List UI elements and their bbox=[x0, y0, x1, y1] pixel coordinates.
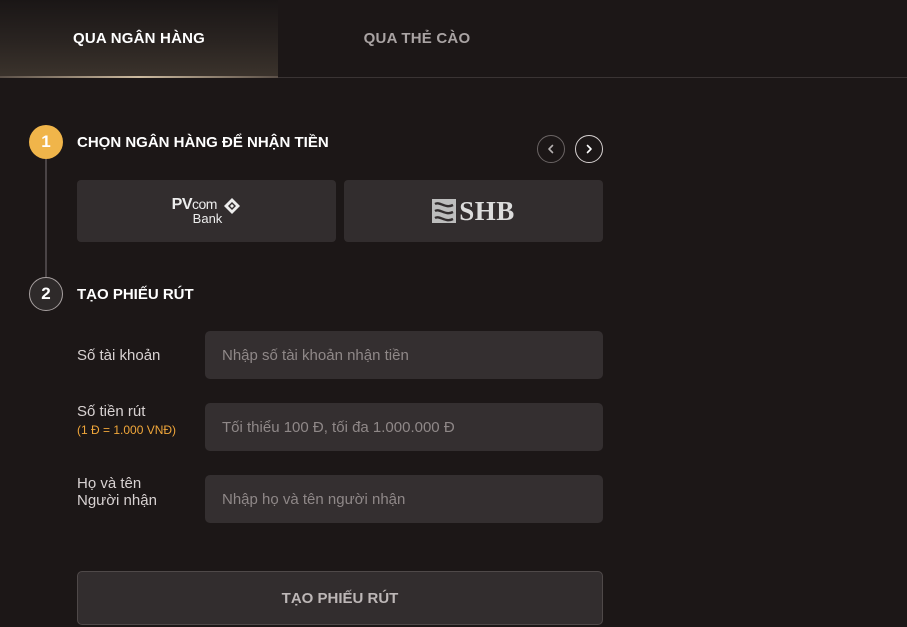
tab-scratch-card[interactable]: QUA THẺ CÀO bbox=[278, 0, 556, 77]
amount-label: Số tiền rút (1 Đ = 1.000 VNĐ) bbox=[77, 403, 176, 439]
chevron-left-icon bbox=[548, 144, 554, 154]
chevron-right-icon bbox=[586, 144, 592, 154]
create-withdrawal-button[interactable]: TẠO PHIẾU RÚT bbox=[77, 571, 603, 625]
pvcombank-logo: PVcom Bank bbox=[172, 197, 242, 225]
shb-wave-icon bbox=[432, 199, 457, 223]
tab-bar: QUA NGÂN HÀNG QUA THẺ CÀO bbox=[0, 0, 907, 78]
recipient-name-label-line1: Họ và tên bbox=[77, 475, 142, 492]
account-number-label: Số tài khoản bbox=[77, 347, 161, 364]
amount-input[interactable] bbox=[205, 403, 603, 451]
step-2-number: 2 bbox=[41, 284, 51, 303]
recipient-name-input[interactable] bbox=[205, 475, 603, 523]
recipient-name-label-line2: Người nhận bbox=[77, 492, 157, 509]
bank-option-shb[interactable]: SHB bbox=[344, 180, 603, 242]
step-2-title: TẠO PHIẾU RÚT bbox=[77, 286, 194, 303]
pvcombank-logo-text-pv: PV bbox=[171, 196, 193, 213]
step-1-badge: 1 bbox=[29, 125, 63, 159]
amount-label-text: Số tiền rút bbox=[77, 403, 146, 420]
amount-rate-note: (1 Đ = 1.000 VNĐ) bbox=[77, 423, 177, 437]
account-number-input[interactable] bbox=[205, 331, 603, 379]
bank-carousel-prev-button[interactable] bbox=[537, 135, 565, 163]
step-2-badge: 2 bbox=[29, 277, 63, 311]
pvcombank-logo-text-bank: Bank bbox=[192, 211, 223, 226]
step-1-title: CHỌN NGÂN HÀNG ĐỂ NHẬN TIỀN bbox=[77, 134, 329, 151]
step-1-number: 1 bbox=[41, 132, 51, 151]
bank-option-pvcombank[interactable]: PVcom Bank bbox=[77, 180, 336, 242]
shb-logo-text: SHB bbox=[459, 195, 515, 226]
shb-logo: SHB bbox=[432, 196, 515, 227]
step-connector-line bbox=[45, 158, 47, 278]
tab-scratch-card-label: QUA THẺ CÀO bbox=[363, 30, 471, 47]
pvcombank-logo-text-com: com bbox=[192, 196, 217, 212]
bank-carousel-next-button[interactable] bbox=[575, 135, 603, 163]
tab-bank[interactable]: QUA NGÂN HÀNG bbox=[0, 0, 278, 78]
pvcombank-diamond-icon bbox=[224, 198, 241, 214]
tab-bank-label: QUA NGÂN HÀNG bbox=[72, 30, 206, 47]
recipient-name-label: Họ và tên Người nhận bbox=[77, 475, 157, 509]
